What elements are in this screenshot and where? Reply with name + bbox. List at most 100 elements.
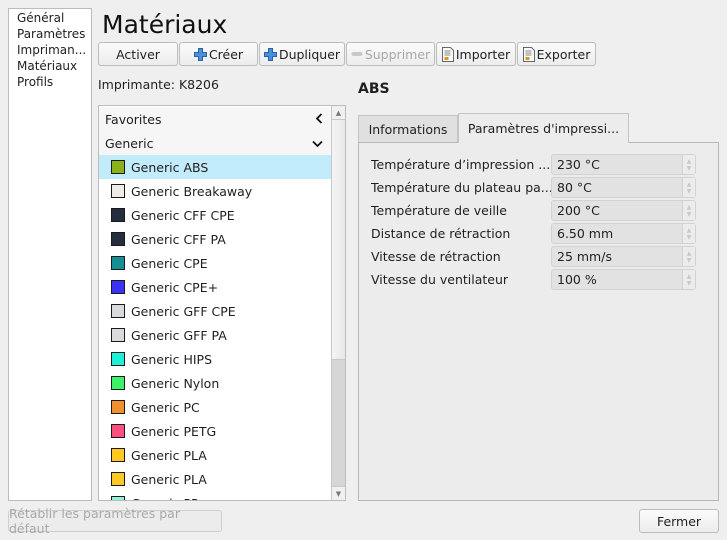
color-swatch bbox=[111, 160, 125, 174]
tab-informations[interactable]: Informations bbox=[358, 115, 458, 142]
reset-defaults-label: Rétablir les paramètres par défaut bbox=[9, 506, 180, 536]
material-label: Generic PP bbox=[131, 496, 199, 501]
property-value: 25 mm/s bbox=[557, 249, 612, 264]
material-list-item[interactable]: Generic PC bbox=[99, 395, 331, 419]
material-label: Generic PLA bbox=[131, 447, 207, 463]
activate-button[interactable]: Activer bbox=[98, 42, 178, 66]
chevron-left-icon bbox=[315, 112, 323, 127]
property-value: 100 % bbox=[557, 272, 597, 287]
property-spinbox[interactable]: 230 °C ▲ ▼ bbox=[551, 154, 696, 175]
document-icon bbox=[441, 46, 454, 62]
material-label: Generic ABS bbox=[131, 159, 209, 175]
property-value: 80 °C bbox=[557, 180, 592, 195]
color-swatch bbox=[111, 400, 125, 414]
nav-item-printers[interactable]: Impriman... bbox=[17, 42, 91, 58]
section-generic[interactable]: Generic bbox=[99, 131, 331, 155]
material-list-item[interactable]: Generic ABS bbox=[99, 155, 331, 179]
color-swatch bbox=[111, 184, 125, 198]
material-list-item[interactable]: Generic CPE bbox=[99, 251, 331, 275]
scroll-up-arrow-icon[interactable]: ▲ bbox=[332, 106, 345, 120]
property-value: 6.50 mm bbox=[557, 226, 614, 241]
material-list-item[interactable]: Generic GFF PA bbox=[99, 323, 331, 347]
property-value: 200 °C bbox=[557, 203, 600, 218]
material-label: Generic CPE+ bbox=[131, 279, 219, 295]
section-favorites-label: Favorites bbox=[105, 111, 162, 127]
printer-label: Imprimante: K8206 bbox=[98, 77, 219, 92]
scroll-down-arrow-icon[interactable]: ▼ bbox=[332, 486, 345, 500]
material-label: Generic PLA bbox=[131, 471, 207, 487]
chevron-down-icon bbox=[312, 136, 323, 151]
spin-arrows-icon[interactable]: ▲ ▼ bbox=[682, 155, 695, 174]
material-label: Generic PETG bbox=[131, 423, 217, 439]
nav-item-profiles[interactable]: Profils bbox=[17, 74, 91, 90]
export-button-label: Exporter bbox=[536, 46, 591, 62]
material-list-item[interactable]: Generic PP bbox=[99, 491, 331, 501]
list-scrollbar[interactable]: ▲ ▼ bbox=[331, 106, 345, 500]
tab-print-settings-label: Paramètres d'impressi... bbox=[467, 121, 620, 136]
property-spinbox[interactable]: 200 °C ▲ ▼ bbox=[551, 200, 696, 221]
nav-item-materials[interactable]: Matériaux bbox=[17, 58, 91, 74]
material-label: Generic GFF PA bbox=[131, 327, 227, 343]
material-label: Generic PC bbox=[131, 399, 200, 415]
property-spinbox[interactable]: 80 °C ▲ ▼ bbox=[551, 177, 696, 198]
material-list-item[interactable]: Generic Nylon bbox=[99, 371, 331, 395]
close-button[interactable]: Fermer bbox=[639, 509, 719, 533]
minus-icon bbox=[351, 51, 363, 57]
material-label: Generic GFF CPE bbox=[131, 303, 236, 319]
property-label: Température de veille bbox=[371, 203, 507, 218]
material-list-item[interactable]: Generic CFF PA bbox=[99, 227, 331, 251]
property-value: 230 °C bbox=[557, 157, 600, 172]
material-list-item[interactable]: Generic PLA bbox=[99, 443, 331, 467]
spin-arrows-icon[interactable]: ▲ ▼ bbox=[682, 247, 695, 266]
material-label: Generic Nylon bbox=[131, 375, 220, 391]
material-list-item[interactable]: Generic HIPS bbox=[99, 347, 331, 371]
spin-arrows-icon[interactable]: ▲ ▼ bbox=[682, 224, 695, 243]
color-swatch bbox=[111, 496, 125, 500]
nav-item-settings[interactable]: Paramètres bbox=[17, 26, 91, 42]
section-generic-label: Generic bbox=[105, 135, 154, 151]
remove-button[interactable]: Supprimer bbox=[346, 42, 435, 66]
material-list-item[interactable]: Generic PETG bbox=[99, 419, 331, 443]
property-label: Température du plateau pa... bbox=[371, 180, 551, 195]
property-label: Vitesse de rétraction bbox=[371, 249, 501, 264]
material-label: Generic CPE bbox=[131, 255, 208, 271]
material-list-item[interactable]: Generic GFF CPE bbox=[99, 299, 331, 323]
spin-arrows-icon[interactable]: ▲ ▼ bbox=[682, 201, 695, 220]
property-label: Température d’impression ... bbox=[371, 157, 551, 172]
property-label: Vitesse du ventilateur bbox=[371, 272, 509, 287]
color-swatch bbox=[111, 208, 125, 222]
preferences-nav: Général Paramètres Impriman... Matériaux… bbox=[8, 8, 92, 501]
duplicate-button[interactable]: Dupliquer bbox=[259, 42, 345, 66]
plus-icon bbox=[193, 47, 207, 61]
tab-print-settings[interactable]: Paramètres d'impressi... bbox=[458, 113, 629, 143]
material-list-item[interactable]: Generic CFF CPE bbox=[99, 203, 331, 227]
scroll-thumb[interactable] bbox=[332, 120, 345, 360]
import-button[interactable]: Importer bbox=[436, 42, 516, 66]
nav-item-general[interactable]: Général bbox=[17, 10, 91, 26]
page-title: Matériaux bbox=[102, 10, 228, 39]
material-list-item[interactable]: Generic CPE+ bbox=[99, 275, 331, 299]
duplicate-button-label: Dupliquer bbox=[278, 46, 341, 62]
section-favorites[interactable]: Favorites bbox=[99, 107, 331, 131]
spin-arrows-icon[interactable]: ▲ ▼ bbox=[682, 178, 695, 197]
property-spinbox[interactable]: 25 mm/s ▲ ▼ bbox=[551, 246, 696, 267]
activate-button-label: Activer bbox=[116, 46, 160, 62]
material-label: Generic CFF CPE bbox=[131, 207, 235, 223]
property-spinbox[interactable]: 100 % ▲ ▼ bbox=[551, 269, 696, 290]
spin-arrows-icon[interactable]: ▲ ▼ bbox=[682, 270, 695, 289]
material-list: Favorites Generic Generic ABS Generic Bre… bbox=[98, 105, 346, 501]
material-list-item[interactable]: Generic PLA bbox=[99, 467, 331, 491]
material-label: Generic CFF PA bbox=[131, 231, 226, 247]
color-swatch bbox=[111, 352, 125, 366]
property-spinbox[interactable]: 6.50 mm ▲ ▼ bbox=[551, 223, 696, 244]
export-button[interactable]: Exporter bbox=[517, 42, 596, 66]
color-swatch bbox=[111, 232, 125, 246]
reset-defaults-button[interactable]: Rétablir les paramètres par défaut bbox=[8, 506, 222, 536]
plus-icon bbox=[263, 47, 277, 61]
material-label: Generic HIPS bbox=[131, 351, 213, 367]
color-swatch bbox=[111, 256, 125, 270]
material-list-item[interactable]: Generic Breakaway bbox=[99, 179, 331, 203]
import-button-label: Importer bbox=[455, 46, 511, 62]
color-swatch bbox=[111, 304, 125, 318]
create-button[interactable]: Créer bbox=[179, 42, 258, 66]
